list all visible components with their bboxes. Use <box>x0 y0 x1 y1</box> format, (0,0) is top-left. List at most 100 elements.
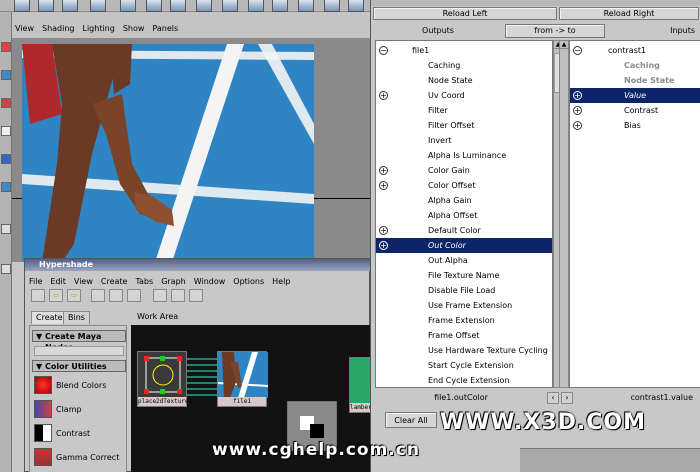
shelf-tool-icon[interactable] <box>170 0 186 12</box>
output-connections-icon[interactable] <box>189 289 203 302</box>
arrow-right-icon[interactable]: ⇨ <box>67 289 81 302</box>
layout-tool-icon[interactable] <box>1 264 11 274</box>
place2dtexture-node[interactable]: place2dTexture1 <box>137 351 192 407</box>
attribute-row[interactable]: − file1 <box>376 43 552 58</box>
shelf-tool-icon[interactable] <box>196 0 212 12</box>
tab-bins[interactable]: Bins <box>63 311 90 324</box>
collapse-minus-icon[interactable]: − <box>573 46 582 55</box>
create-maya-nodes-header[interactable]: ▼ Create Maya Nodes <box>32 330 126 352</box>
node-gamma-correct[interactable]: Gamma Correct <box>34 448 124 466</box>
lambert-node[interactable]: lambert <box>349 357 371 413</box>
viewport-menu-panels[interactable]: Panels <box>152 24 178 33</box>
attribute-row[interactable]: + Bias <box>570 118 700 133</box>
scroll-left-icon[interactable]: ‹ <box>547 392 559 404</box>
shelf-tool-icon[interactable] <box>248 0 264 12</box>
shelf-tool-icon[interactable] <box>120 0 136 12</box>
shelf-tool-icon[interactable] <box>222 0 238 12</box>
expand-plus-icon[interactable]: + <box>379 166 388 175</box>
tab-work-area[interactable]: Work Area <box>133 311 182 324</box>
viewport-menu-lighting[interactable]: Lighting <box>82 24 114 33</box>
reload-left-button[interactable]: Reload Left <box>373 7 557 20</box>
shelf-tool-icon[interactable] <box>272 0 288 12</box>
attribute-row[interactable]: Caching <box>570 58 700 73</box>
attribute-row[interactable]: Filter Offset <box>376 118 552 133</box>
graph-materials-icon[interactable] <box>109 289 123 302</box>
expand-plus-icon[interactable]: + <box>379 241 388 250</box>
expand-plus-icon[interactable]: + <box>379 226 388 235</box>
expand-plus-icon[interactable]: + <box>573 106 582 115</box>
input-connections-icon[interactable] <box>153 289 167 302</box>
attribute-row[interactable]: + Out Color <box>376 238 552 253</box>
viewport-menu-view[interactable]: View <box>15 24 34 33</box>
attribute-row[interactable]: Node State <box>570 73 700 88</box>
viewport-canvas[interactable] <box>12 38 370 262</box>
attribute-row[interactable]: Filter <box>376 103 552 118</box>
attribute-row[interactable]: Invert <box>376 133 552 148</box>
attribute-row[interactable]: Out Alpha <box>376 253 552 268</box>
attribute-row[interactable]: + Default Color <box>376 223 552 238</box>
shelf-tool-icon[interactable] <box>90 0 106 12</box>
shelf-tool-icon[interactable] <box>146 0 162 12</box>
hs-menu-view[interactable]: View <box>74 277 93 286</box>
attribute-row[interactable]: + Color Offset <box>376 178 552 193</box>
attribute-row[interactable]: Start Cycle Extension <box>376 358 552 373</box>
graph-tool-icon[interactable] <box>31 289 45 302</box>
hs-menu-help[interactable]: Help <box>272 277 290 286</box>
select-tool-icon[interactable] <box>1 42 11 52</box>
eraser-icon[interactable] <box>91 289 105 302</box>
attribute-row[interactable]: File Texture Name <box>376 268 552 283</box>
move-tool-icon[interactable] <box>1 70 11 80</box>
node-contrast[interactable]: Contrast <box>34 424 124 442</box>
rotate-tool-icon[interactable] <box>1 98 11 108</box>
expand-plus-icon[interactable]: + <box>379 181 388 190</box>
expand-plus-icon[interactable]: + <box>573 91 582 100</box>
hs-menu-graph[interactable]: Graph <box>161 277 186 286</box>
attribute-row[interactable]: + Uv Coord <box>376 88 552 103</box>
attribute-row[interactable]: Frame Offset <box>376 328 552 343</box>
hs-menu-options[interactable]: Options <box>233 277 264 286</box>
direction-toggle-button[interactable]: from -> to <box>505 24 605 38</box>
hs-menu-create[interactable]: Create <box>101 277 128 286</box>
attribute-row[interactable]: + Color Gain <box>376 163 552 178</box>
shelf-tool-icon[interactable] <box>62 0 78 12</box>
attribute-row[interactable]: Use Hardware Texture Cycling <box>376 343 552 358</box>
attribute-row[interactable]: End Cycle Extension <box>376 373 552 387</box>
attribute-row[interactable]: Disable File Load <box>376 283 552 298</box>
scale-tool-icon[interactable] <box>1 126 11 136</box>
input-output-connections-icon[interactable] <box>171 289 185 302</box>
attribute-row[interactable]: Alpha Is Luminance <box>376 148 552 163</box>
reload-right-button[interactable]: Reload Right <box>559 7 699 20</box>
hs-menu-window[interactable]: Window <box>194 277 226 286</box>
layout-tool-icon[interactable] <box>1 182 11 192</box>
attribute-row[interactable]: Caching <box>376 58 552 73</box>
attribute-row[interactable]: Alpha Offset <box>376 208 552 223</box>
hs-menu-tabs[interactable]: Tabs <box>135 277 153 286</box>
shelf-tool-icon[interactable] <box>298 0 314 12</box>
outputs-attribute-list[interactable]: − file1 Caching Node State + Uv Coord Filter Fi… <box>375 40 553 388</box>
hs-menu-file[interactable]: File <box>29 277 42 286</box>
attribute-row[interactable]: Alpha Gain <box>376 193 552 208</box>
node-blend-colors[interactable]: Blend Colors <box>34 376 124 394</box>
clear-all-button[interactable]: Clear All <box>385 412 437 428</box>
expand-plus-icon[interactable]: + <box>379 91 388 100</box>
inputs-list-scrollbar[interactable]: ▲ <box>559 40 569 388</box>
arrow-left-icon[interactable]: ⇦ <box>49 289 63 302</box>
scroll-right-icon[interactable]: › <box>561 392 573 404</box>
expand-plus-icon[interactable]: + <box>573 121 582 130</box>
layout-tool-icon[interactable] <box>1 224 11 234</box>
shelf-tool-icon[interactable] <box>14 0 30 12</box>
graph-network-icon[interactable] <box>127 289 141 302</box>
file1-node[interactable]: file1 <box>217 351 268 407</box>
collapse-minus-icon[interactable]: − <box>379 46 388 55</box>
attribute-row[interactable]: + Value <box>570 88 700 103</box>
viewport-menu-show[interactable]: Show <box>123 24 145 33</box>
attribute-row[interactable]: − contrast1 <box>570 43 700 58</box>
attribute-row[interactable]: + Contrast <box>570 103 700 118</box>
scroll-up-icon[interactable]: ▲ <box>560 41 568 49</box>
node-clamp[interactable]: Clamp <box>34 400 124 418</box>
inputs-attribute-list[interactable]: − contrast1 Caching Node State + Value + Contra… <box>569 40 700 388</box>
manipulator-tool-icon[interactable] <box>1 154 11 164</box>
shelf-tool-icon[interactable] <box>324 0 340 12</box>
viewport-menu-shading[interactable]: Shading <box>42 24 75 33</box>
color-utilities-header[interactable]: ▼ Color Utilities <box>32 360 126 372</box>
